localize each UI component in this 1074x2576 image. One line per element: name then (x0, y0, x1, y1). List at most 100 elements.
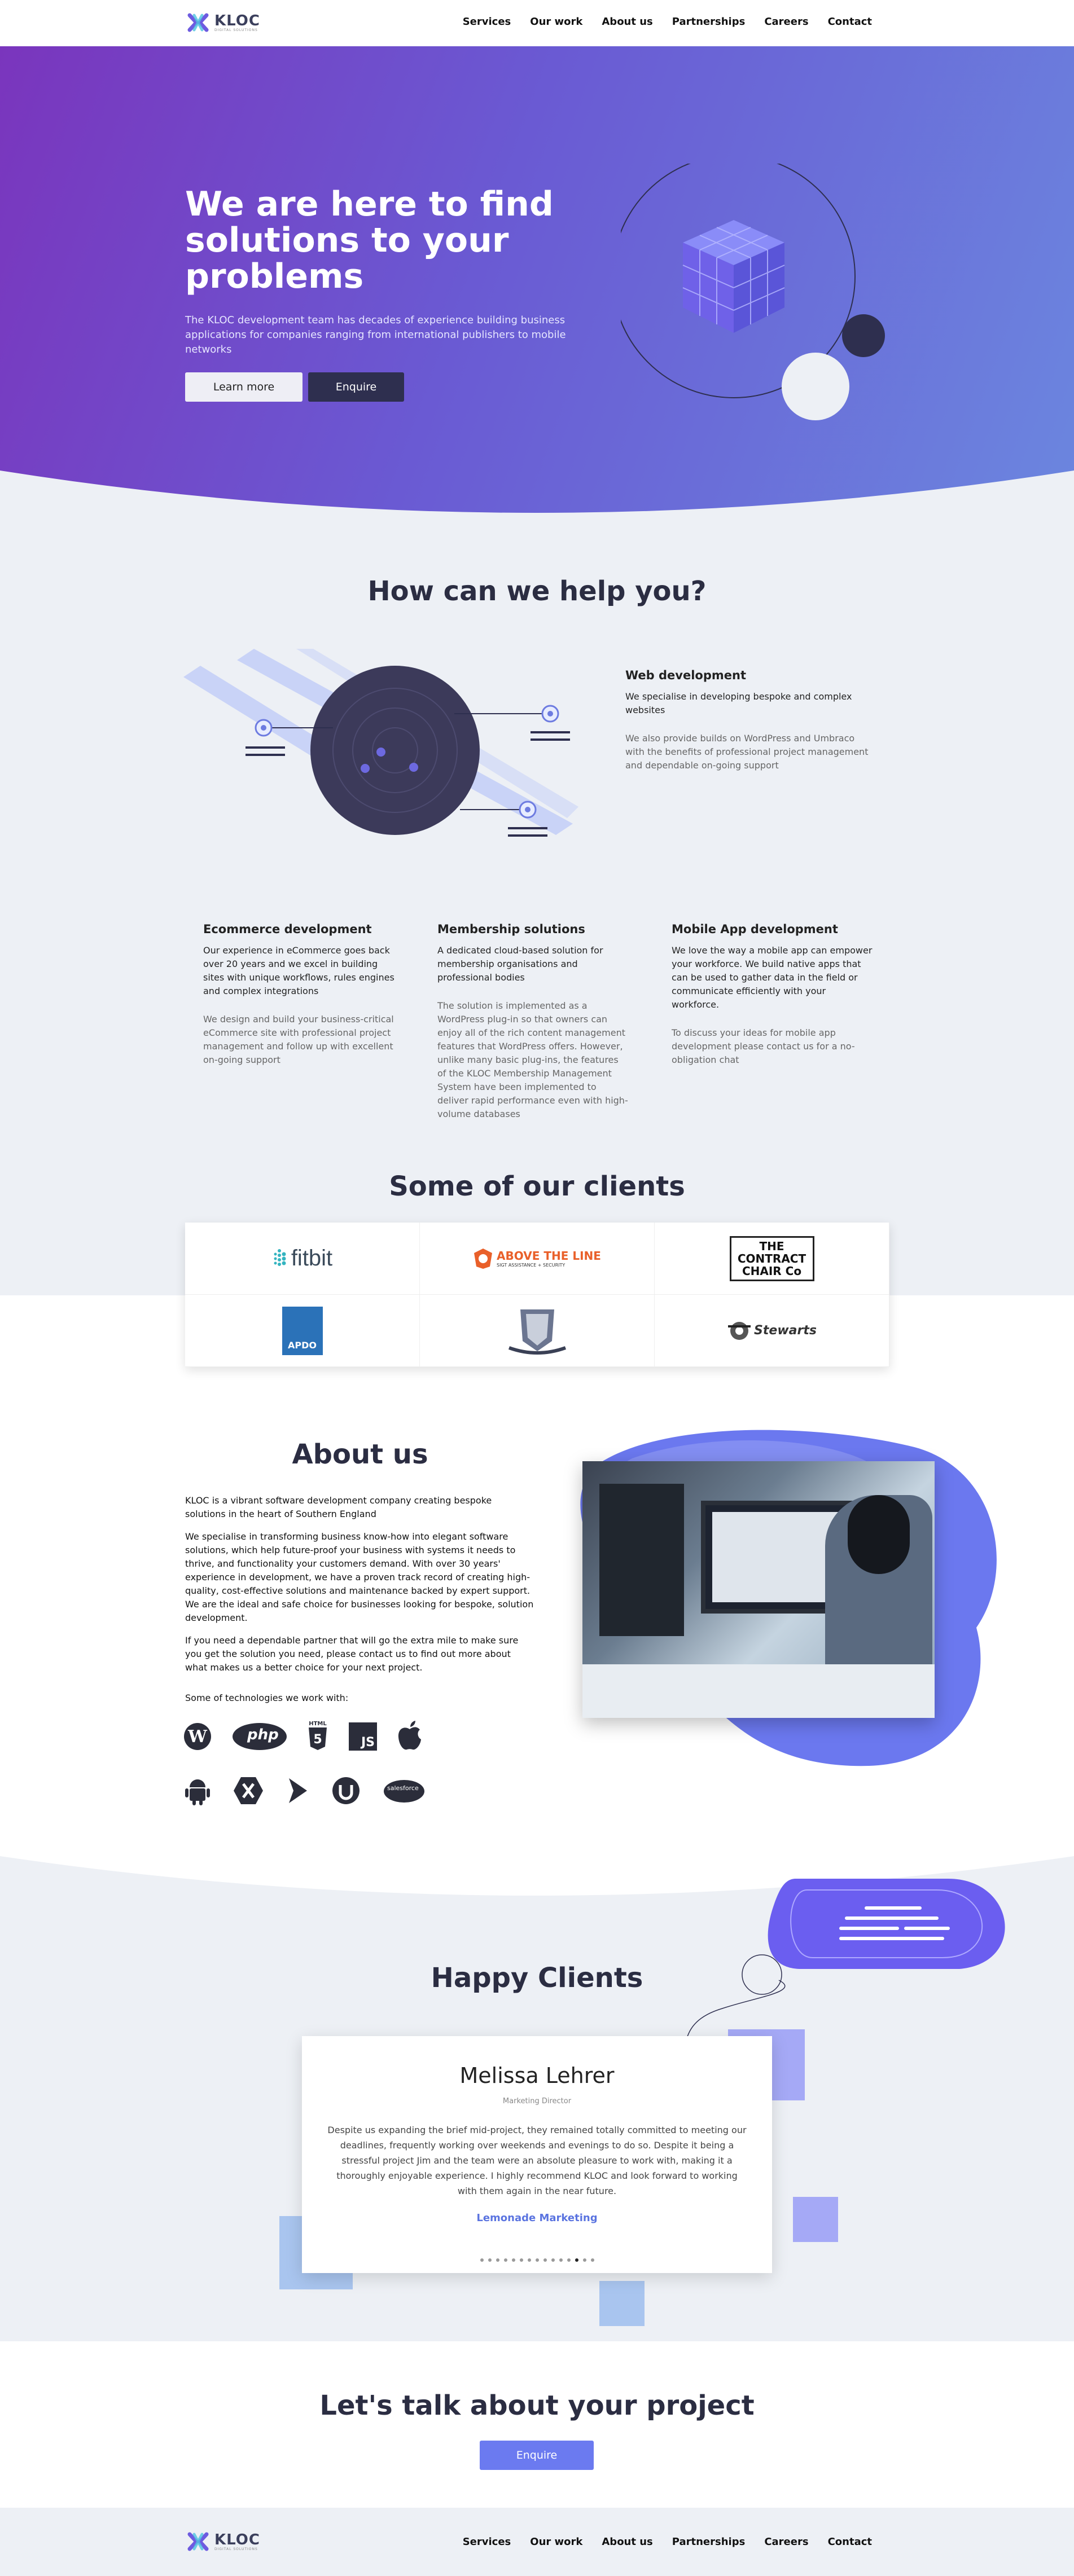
membership-block: Membership solutions A dedicated cloud-b… (437, 922, 629, 1121)
speech-bubble-illustration (685, 1879, 1005, 2043)
above-the-line-subtitle: SIGT ASSISTANCE + SECURITY (497, 1263, 566, 1268)
logo[interactable]: KLOC DIGITAL SOLUTIONS (186, 10, 288, 35)
footer-logo-subtitle: DIGITAL SOLUTIONS (214, 2547, 258, 2551)
footer-logo[interactable]: KLOC DIGITAL SOLUTIONS (186, 2529, 288, 2554)
umbraco-icon (330, 1775, 362, 1806)
footer-item-our-work[interactable]: Our work (530, 2536, 582, 2548)
apple-icon (394, 1720, 426, 1751)
footer-item-services[interactable]: Services (463, 2536, 511, 2548)
pagination-dot[interactable] (559, 2258, 563, 2262)
menu-item-contact[interactable]: Contact (828, 16, 872, 28)
hero-curve (0, 471, 1074, 516)
pagination-dot[interactable] (535, 2258, 539, 2262)
ecommerce-body: We design and build your business-critic… (203, 1014, 394, 1065)
learn-more-button[interactable]: Learn more (185, 372, 303, 402)
about-office-photo (582, 1461, 935, 1718)
testimonial-quote: Despite us expanding the brief mid-proje… (327, 2125, 747, 2196)
top-navbar: KLOC DIGITAL SOLUTIONS Services Our work… (0, 0, 1074, 46)
pagination-dot[interactable] (488, 2258, 492, 2262)
xamarin-icon (233, 1775, 264, 1806)
happy-clients-heading: Happy Clients (431, 1962, 643, 1994)
hero-cube-illustration (621, 164, 885, 420)
logo-name: KLOC (214, 12, 260, 29)
footer-item-about-us[interactable]: About us (602, 2536, 652, 2548)
client-contract-chair[interactable]: THE CONTRACT CHAIR Co (655, 1223, 889, 1295)
pagination-dot[interactable] (527, 2258, 531, 2262)
php-text: php (247, 1726, 279, 1743)
menu-item-our-work[interactable]: Our work (530, 16, 582, 28)
membership-body: The solution is implemented as a WordPre… (437, 1000, 628, 1119)
ecommerce-lead: Our experience in eCommerce goes back ov… (203, 945, 394, 996)
footer: KLOC DIGITAL SOLUTIONS Services Our work… (0, 2508, 1074, 2576)
pagination-dot[interactable] (582, 2258, 586, 2262)
footer-menu: Services Our work About us Partnerships … (463, 2536, 872, 2548)
above-the-line-logo-text: ABOVE THE LINE (497, 1249, 601, 1263)
cta-enquire-button[interactable]: Enquire (480, 2441, 594, 2470)
ecommerce-title: Ecommerce development (203, 922, 372, 936)
menu-item-partnerships[interactable]: Partnerships (672, 16, 746, 28)
footer-item-partnerships[interactable]: Partnerships (672, 2536, 746, 2548)
main-menu: Services Our work About us Partnerships … (463, 16, 872, 28)
pagination-dot[interactable] (551, 2258, 555, 2262)
about-paragraph-3: If you need a dependable partner that wi… (185, 1635, 519, 1673)
pagination-dot[interactable] (496, 2258, 499, 2262)
client-fitbit[interactable]: fitbit (185, 1223, 420, 1295)
photo-person-hair (848, 1495, 910, 1574)
about-paragraph-2: We specialise in transforming business k… (185, 1531, 534, 1623)
web-development-block: Web development We specialise in develop… (625, 669, 874, 772)
hero-description: The KLOC development team has decades of… (185, 314, 566, 355)
menu-item-careers[interactable]: Careers (764, 16, 808, 28)
fitbit-dots-icon (274, 1249, 286, 1266)
web-development-lead: We specialise in developing bespoke and … (625, 691, 852, 715)
membership-lead: A dedicated cloud-based solution for mem… (437, 945, 603, 983)
cta-section (0, 2341, 1074, 2508)
pagination-dot[interactable] (543, 2258, 547, 2262)
hero-enquire-button[interactable]: Enquire (308, 372, 404, 402)
pagination-dot[interactable] (567, 2258, 571, 2262)
photo-monitor-left (599, 1484, 684, 1636)
footer-item-contact[interactable]: Contact (828, 2536, 872, 2548)
client-stewarts[interactable]: Stewarts (655, 1295, 889, 1367)
kloc-logo-icon (186, 11, 210, 34)
html5-icon: HTML 5 (302, 1720, 334, 1751)
above-the-line-badge-icon (474, 1248, 493, 1269)
client-crest[interactable] (420, 1295, 655, 1367)
logo-subtitle: DIGITAL SOLUTIONS (214, 28, 258, 32)
ecommerce-block: Ecommerce development Our experience in … (203, 922, 395, 1067)
mobile-app-title: Mobile App development (672, 922, 838, 936)
pagination-dot[interactable] (590, 2258, 594, 2262)
svg-text:5: 5 (313, 1733, 322, 1747)
client-apdo[interactable]: APDO (185, 1295, 420, 1367)
menu-item-about-us[interactable]: About us (602, 16, 652, 28)
clients-grid: fitbit ABOVE THE LINE SIGT ASSISTANCE + … (185, 1223, 889, 1367)
hero-title: We are here to find solutions to your pr… (185, 184, 554, 296)
tech-label: Some of technologies we work with: (185, 1693, 349, 1703)
mobile-app-body: To discuss your ideas for mobile app dev… (672, 1027, 855, 1065)
about-heading: About us (292, 1439, 428, 1470)
android-icon (182, 1775, 213, 1806)
help-heading: How can we help you? (367, 575, 707, 607)
svg-text:HTML: HTML (309, 1721, 327, 1727)
pagination-dot[interactable] (511, 2258, 515, 2262)
client-above-the-line[interactable]: ABOVE THE LINE SIGT ASSISTANCE + SECURIT… (420, 1223, 655, 1295)
menu-item-services[interactable]: Services (463, 16, 511, 28)
footer-item-careers[interactable]: Careers (764, 2536, 808, 2548)
pagination-dot[interactable] (480, 2258, 484, 2262)
js-text: JS (361, 1735, 375, 1749)
php-icon: php (231, 1721, 288, 1752)
wordpress-icon: W (182, 1721, 213, 1752)
fitbit-logo-text: fitbit (291, 1246, 333, 1271)
pagination-dot[interactable] (503, 2258, 507, 2262)
cta-heading: Let's talk about your project (319, 2390, 755, 2421)
pagination-dot[interactable] (575, 2258, 578, 2262)
contract-chair-logo-text: THE CONTRACT CHAIR Co (737, 1239, 806, 1278)
dart-icon (282, 1775, 314, 1806)
pagination-dot[interactable] (519, 2258, 523, 2262)
footer-logo-name: KLOC (214, 2531, 260, 2548)
salesforce-text: salesforce (387, 1784, 419, 1792)
testimonial-pagination (302, 2258, 772, 2262)
testimonial-role: Marketing Director (502, 2097, 572, 2105)
mobile-app-block: Mobile App development We love the way a… (672, 922, 875, 1067)
footer-kloc-logo-icon (186, 2530, 210, 2553)
about-paragraph-1: KLOC is a vibrant software development c… (185, 1495, 492, 1519)
